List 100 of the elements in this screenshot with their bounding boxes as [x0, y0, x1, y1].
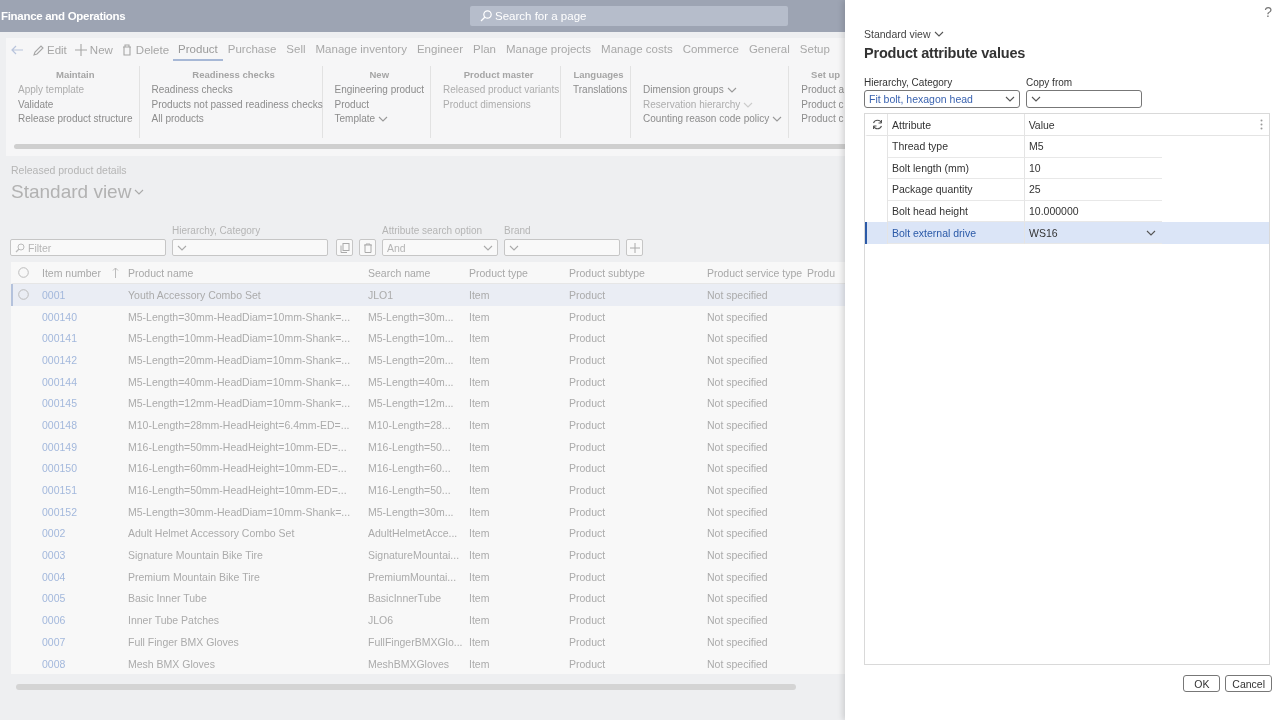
- table-row[interactable]: 000150 M16-Length=60mm-HeadHeight=10mm-ED=... M16-Length=60... Item Product Not specified: [11, 457, 845, 480]
- table-row[interactable]: 0008 Mesh BMX Gloves MeshBMXGloves Item Product Not specified: [11, 652, 845, 675]
- tab[interactable]: Manage inventory: [310, 39, 412, 61]
- column-header[interactable]: Attribute: [888, 114, 1025, 135]
- table-row[interactable]: 0005 Basic Inner Tube BasicInnerTube Item Product Not specified: [11, 587, 845, 610]
- ribbon-item[interactable]: Template: [334, 112, 389, 127]
- ribbon-item[interactable]: Release product structure: [18, 112, 133, 127]
- tab[interactable]: Sell: [281, 39, 311, 61]
- table-row[interactable]: 0003 Signature Mountain Bike Tire SignatureMountai... Item Product Not specified: [11, 544, 845, 566]
- item-link[interactable]: 0007: [42, 635, 128, 648]
- column-header[interactable]: Produ: [807, 266, 845, 279]
- item-link[interactable]: 000141: [42, 332, 128, 345]
- table-cell-text: Item: [469, 310, 491, 323]
- dropdown-field[interactable]: Fit bolt, hexagon head: [864, 90, 1020, 108]
- ribbon-item[interactable]: Translations: [573, 83, 628, 98]
- table-row[interactable]: 000149 M16-Length=50mm-HeadHeight=10mm-ED=... M16-Length=50... Item Product Not specified: [11, 435, 845, 458]
- ribbon-item[interactable]: Engineering product: [334, 83, 425, 98]
- table-row[interactable]: 0004 Premium Mountain Bike Tire PremiumMountai... Item Product Not specified: [11, 565, 845, 588]
- item-link[interactable]: 0006: [42, 614, 128, 627]
- tab[interactable]: Purchase: [222, 39, 282, 61]
- table-row[interactable]: 000141 M5-Length=10mm-HeadDiam=10mm-Shank=... M5-Length=10m... Item Product Not specified: [11, 327, 845, 350]
- table-row[interactable]: 0007 Full Finger BMX Gloves FullFingerBMXGlo... Item Product Not specified: [11, 631, 845, 653]
- selected-row[interactable]: Bolt external drive WS16: [865, 222, 1269, 244]
- item-link[interactable]: 000144: [42, 375, 128, 388]
- ribbon-item[interactable]: Readiness checks: [151, 83, 233, 98]
- dropdown-field[interactable]: [504, 239, 620, 256]
- dialog-button[interactable]: OK: [1183, 675, 1221, 692]
- table-row[interactable]: 0006 Inner Tube Patches JLO6 Item Product Not specified: [11, 609, 845, 631]
- ribbon-item[interactable]: Validate: [18, 97, 54, 112]
- item-link[interactable]: 000145: [42, 397, 128, 410]
- table-row[interactable]: 000152 M5-Length=30mm-HeadDiam=10mm-Shank=... M5-Length=30m... Item Product Not specified: [11, 500, 845, 523]
- ribbon-item[interactable]: Product a: [801, 83, 845, 98]
- filter-field[interactable]: Filter: [10, 239, 166, 256]
- add-button[interactable]: [626, 239, 643, 256]
- column-header[interactable]: Product subtype: [569, 266, 707, 279]
- table-row[interactable]: 000151 M16-Length=50mm-HeadHeight=10mm-ED=... M16-Length=50... Item Product Not specified: [11, 479, 845, 501]
- table-cell-text: M16-Length=60mm-HeadHeight=10mm-ED=...: [128, 462, 348, 475]
- scrollbar[interactable]: [16, 684, 796, 691]
- tab[interactable]: Setup: [794, 39, 835, 61]
- ribbon-item[interactable]: Product c: [801, 112, 844, 127]
- trash-icon: [120, 44, 133, 56]
- ribbon-item[interactable]: Products not passed readiness checks: [151, 97, 323, 112]
- item-link[interactable]: 000151: [42, 484, 128, 497]
- ribbon-item[interactable]: Product: [334, 97, 369, 112]
- tab[interactable]: Plan: [468, 39, 501, 61]
- delete-button[interactable]: [359, 239, 376, 256]
- item-link[interactable]: 0005: [42, 592, 128, 605]
- table-row[interactable]: 000148 M10-Length=28mm-HeadHeight=6.4mm-ED=... M10-Length=28... Item Product Not specified: [11, 414, 845, 436]
- table-row[interactable]: 000144 M5-Length=40mm-HeadDiam=10mm-Shank=... M5-Length=40m... Item Product Not specified: [11, 370, 845, 393]
- item-link[interactable]: 000150: [42, 462, 128, 475]
- table-row[interactable]: 000145 M5-Length=12mm-HeadDiam=10mm-Shank=... M5-Length=12m... Item Product Not specified: [11, 392, 845, 415]
- column-header[interactable]: Product service type: [707, 266, 807, 279]
- tab[interactable]: Product: [173, 39, 223, 61]
- search-field[interactable]: Search for a page: [470, 6, 788, 26]
- ribbon-item[interactable]: Dimension groups: [643, 83, 737, 98]
- table-cell-text: M5-Length=40m...: [368, 375, 455, 388]
- chevron-down-icon: [726, 87, 737, 94]
- item-link[interactable]: 000142: [42, 353, 128, 366]
- item-link[interactable]: 000148: [42, 418, 128, 431]
- scrollbar[interactable]: [14, 144, 845, 149]
- table-row[interactable]: Thread type M5: [865, 136, 1269, 158]
- column-header[interactable]: Search name: [368, 266, 469, 279]
- item-link[interactable]: 0004: [42, 570, 128, 583]
- tab[interactable]: General: [743, 39, 795, 61]
- dropdown-field[interactable]: [172, 239, 328, 256]
- column-header[interactable]: Product name: [128, 266, 368, 279]
- dialog-button[interactable]: Cancel: [1225, 675, 1272, 692]
- tab[interactable]: Engineer: [411, 39, 468, 61]
- view-selector[interactable]: Standard view: [11, 181, 145, 203]
- item-link[interactable]: 0001: [42, 288, 128, 301]
- table-row[interactable]: 000140 M5-Length=30mm-HeadDiam=10mm-Shank=... M5-Length=30m... Item Product Not specified: [11, 305, 845, 328]
- selected-row[interactable]: 0001 Youth Accessory Combo Set JLO1 Item Product Not specified: [11, 284, 845, 306]
- table-row[interactable]: Bolt length (mm) 10: [865, 157, 1269, 180]
- ribbon-item[interactable]: Counting reason code policy: [643, 112, 783, 127]
- table-cell-text: M10-Length=28mm-HeadHeight=6.4mm-ED=...: [128, 418, 351, 431]
- help-button[interactable]: ?: [1264, 4, 1272, 20]
- copy-button[interactable]: [336, 239, 353, 256]
- table-row[interactable]: 000142 M5-Length=20mm-HeadDiam=10mm-Shank=... M5-Length=20m... Item Product Not specified: [11, 349, 845, 371]
- table-row[interactable]: Package quantity 25: [865, 179, 1269, 201]
- ribbon-item[interactable]: Product c: [801, 97, 844, 112]
- column-header[interactable]: Product type: [469, 266, 569, 279]
- item-link[interactable]: 0003: [42, 549, 128, 562]
- tab[interactable]: Commerce: [677, 39, 744, 61]
- column-header[interactable]: Value: [1024, 114, 1260, 135]
- item-link[interactable]: 0008: [42, 657, 128, 670]
- column-header[interactable]: Item number: [42, 266, 128, 279]
- value-dropdown[interactable]: WS16: [1025, 222, 1162, 244]
- table-row[interactable]: 0002 Adult Helmet Accessory Combo Set AdultHelmetAcce... Item Product Not specified: [11, 522, 845, 545]
- item-link[interactable]: 000152: [42, 505, 128, 518]
- ribbon-item[interactable]: All products: [151, 112, 204, 127]
- view-selector[interactable]: Standard view: [864, 28, 944, 40]
- tab[interactable]: Manage costs: [596, 39, 678, 61]
- item-link[interactable]: 0002: [42, 527, 128, 540]
- table-cell-text: BasicInnerTube: [368, 592, 443, 605]
- item-link[interactable]: 000140: [42, 310, 128, 323]
- tab[interactable]: Manage projects: [501, 39, 597, 61]
- table-cell-text: Product: [569, 635, 607, 648]
- dropdown-field[interactable]: And: [382, 239, 498, 256]
- item-link[interactable]: 000149: [42, 440, 128, 453]
- dropdown-field[interactable]: [1026, 90, 1142, 108]
